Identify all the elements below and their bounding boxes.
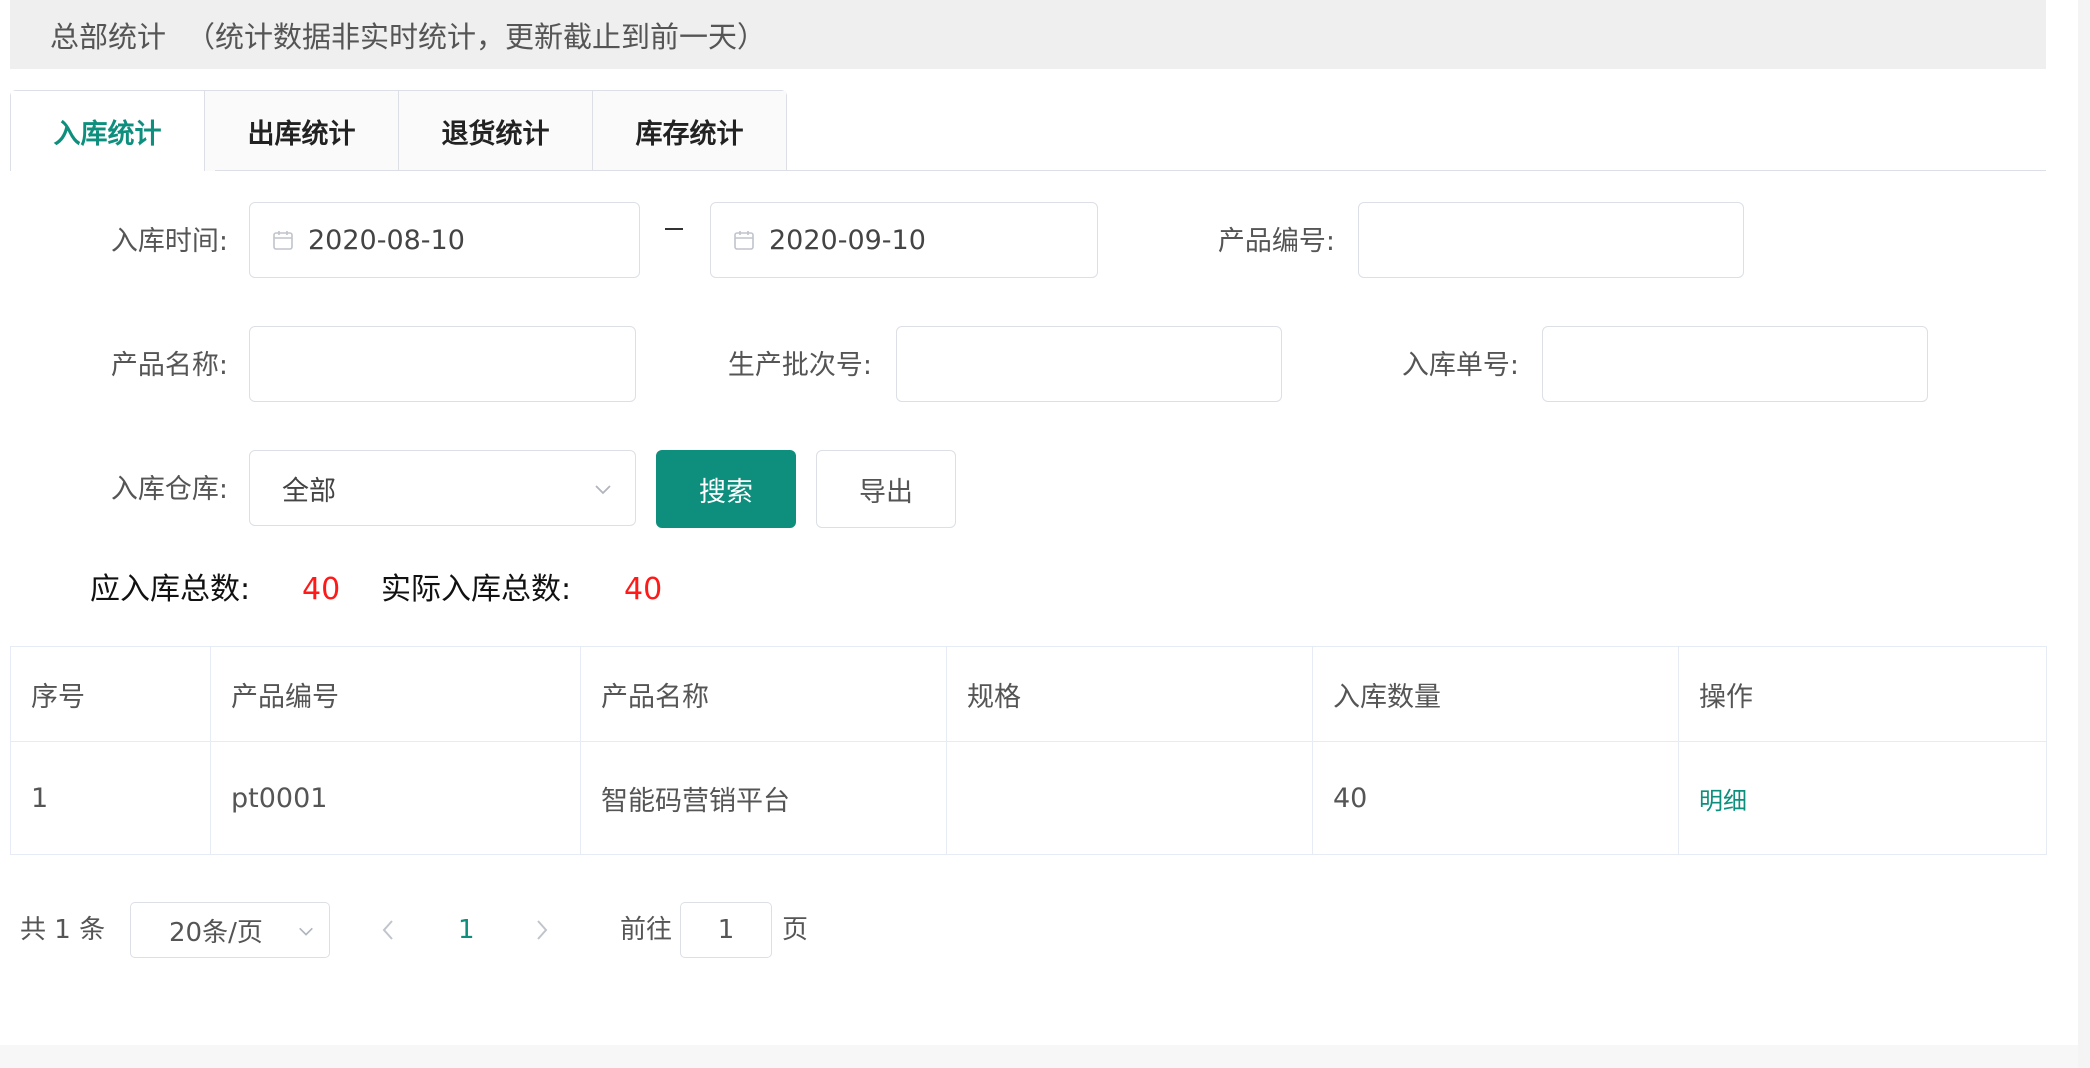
batch-input[interactable] bbox=[896, 326, 1282, 402]
chevron-down-icon bbox=[299, 927, 313, 936]
page-size-select[interactable]: 20条/页 bbox=[130, 902, 330, 958]
column-header-index: 序号 bbox=[10, 646, 211, 742]
page-suffix: 页 bbox=[782, 915, 809, 945]
column-header-qty: 入库数量 bbox=[1312, 646, 1679, 742]
column-header-spec: 规格 bbox=[946, 646, 1313, 742]
cell-code: pt0001 bbox=[210, 741, 581, 855]
date-separator bbox=[665, 228, 683, 230]
cell-qty: 40 bbox=[1312, 741, 1679, 855]
scrollbar-track[interactable] bbox=[2078, 0, 2090, 1068]
pagination: 共 1 条 20条/页 1 前往 1 页 bbox=[0, 902, 1000, 958]
expected-total-label: 应入库总数: bbox=[90, 572, 251, 607]
column-header-code: 产品编号 bbox=[210, 646, 581, 742]
tab-inbound[interactable]: 入库统计 bbox=[11, 91, 204, 171]
page-title: 总部统计 bbox=[50, 19, 167, 54]
date-end-value: 2020-09-10 bbox=[769, 224, 926, 256]
product-name-label: 产品名称: bbox=[110, 350, 228, 381]
page: 总部统计 （统计数据非实时统计，更新截止到前一天） 入库统计 出库统计 退货统计… bbox=[0, 0, 2090, 1068]
warehouse-select[interactable]: 全部 bbox=[249, 450, 636, 526]
tab-outbound[interactable]: 出库统计 bbox=[204, 91, 398, 171]
calendar-icon bbox=[273, 231, 293, 250]
actual-total-label: 实际入库总数: bbox=[381, 572, 572, 607]
table-row: 1 pt0001 智能码营销平台 40 明细 bbox=[10, 741, 2047, 855]
search-button[interactable]: 搜索 bbox=[656, 450, 796, 528]
date-start-value: 2020-08-10 bbox=[308, 224, 465, 256]
page-note: （统计数据非实时统计，更新截止到前一天） bbox=[186, 19, 767, 54]
chevron-right-icon[interactable] bbox=[532, 918, 552, 942]
product-code-label: 产品编号: bbox=[1217, 226, 1335, 257]
goto-label: 前往 bbox=[620, 915, 673, 945]
column-header-action: 操作 bbox=[1678, 646, 2047, 742]
bottom-area bbox=[0, 1045, 2078, 1068]
page-number-current[interactable]: 1 bbox=[458, 912, 475, 948]
actual-total-value: 40 bbox=[624, 572, 663, 607]
goto-page-value: 1 bbox=[717, 915, 735, 945]
cell-action: 明细 bbox=[1678, 741, 2047, 855]
table-header-row: 序号 产品编号 产品名称 规格 入库数量 操作 bbox=[10, 646, 2047, 742]
chevron-down-icon bbox=[595, 485, 611, 495]
tab-inventory[interactable]: 库存统计 bbox=[592, 91, 786, 171]
inbound-table: 序号 产品编号 产品名称 规格 入库数量 操作 1 pt0001 智能码营销平台… bbox=[10, 646, 2047, 855]
detail-link[interactable]: 明细 bbox=[1699, 787, 1747, 815]
goto-page-input[interactable]: 1 bbox=[680, 902, 772, 958]
cell-index: 1 bbox=[10, 741, 211, 855]
tab-divider bbox=[215, 170, 2046, 171]
page-header: 总部统计 （统计数据非实时统计，更新截止到前一天） bbox=[10, 0, 2046, 69]
batch-label: 生产批次号: bbox=[727, 350, 872, 381]
product-code-input[interactable] bbox=[1358, 202, 1744, 278]
product-name-input[interactable] bbox=[249, 326, 636, 402]
export-button[interactable]: 导出 bbox=[816, 450, 956, 528]
date-end-input[interactable]: 2020-09-10 bbox=[710, 202, 1098, 278]
calendar-icon bbox=[734, 231, 754, 250]
column-header-name: 产品名称 bbox=[580, 646, 947, 742]
order-label: 入库单号: bbox=[1401, 350, 1519, 381]
cell-spec bbox=[946, 741, 1313, 855]
tab-bar: 入库统计 出库统计 退货统计 库存统计 bbox=[10, 90, 787, 171]
tab-returns[interactable]: 退货统计 bbox=[398, 91, 592, 171]
cell-name: 智能码营销平台 bbox=[580, 741, 947, 855]
warehouse-label: 入库仓库: bbox=[110, 474, 228, 505]
date-start-input[interactable]: 2020-08-10 bbox=[249, 202, 640, 278]
page-size-value: 20条/页 bbox=[169, 917, 263, 948]
order-input[interactable] bbox=[1542, 326, 1928, 402]
expected-total-value: 40 bbox=[302, 572, 341, 607]
time-label: 入库时间: bbox=[110, 226, 228, 257]
pagination-total: 共 1 条 bbox=[20, 915, 106, 945]
chevron-left-icon[interactable] bbox=[378, 918, 398, 942]
warehouse-value: 全部 bbox=[282, 475, 336, 507]
